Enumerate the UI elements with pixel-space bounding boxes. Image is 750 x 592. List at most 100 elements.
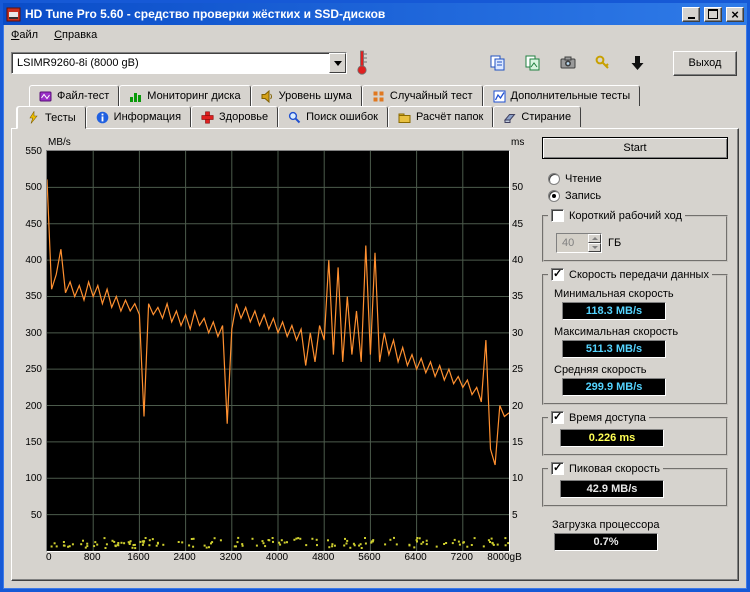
- short-stroke-size-input[interactable]: 40: [556, 233, 602, 253]
- spin-up-button[interactable]: [588, 234, 601, 243]
- temperature-icon[interactable]: [355, 49, 369, 77]
- license-key-button[interactable]: [589, 49, 616, 77]
- random-test-icon: [373, 91, 384, 101]
- extra-tests-icon: [493, 90, 505, 102]
- cpu-usage-label: Загрузка процессора: [552, 519, 660, 531]
- tab-disk-monitor[interactable]: Мониторинг диска: [119, 85, 251, 106]
- cpu-usage-block: Загрузка процессора 0.7%: [552, 519, 728, 551]
- arrow-up-icon: [591, 237, 598, 240]
- burst-rate-value: 42.9 MB/s: [560, 480, 664, 498]
- tab-folder-usage[interactable]: Расчёт папок: [388, 106, 494, 127]
- exit-button[interactable]: Выход: [673, 50, 737, 76]
- tab-label: Расчёт папок: [416, 111, 484, 123]
- cpu-usage-text: 0.7%: [593, 536, 619, 548]
- title-bar[interactable]: HD Tune Pro 5.60 - средство проверки жёс…: [3, 3, 747, 25]
- tab-random-test[interactable]: Случайный тест: [361, 85, 483, 106]
- tab-error-scan[interactable]: Поиск ошибок: [278, 106, 388, 127]
- tab-label: Случайный тест: [389, 90, 473, 102]
- cpu-usage-value: 0.7%: [554, 533, 658, 551]
- menu-file[interactable]: Файл: [11, 29, 38, 41]
- short-stroke-label: Короткий рабочий ход: [569, 209, 682, 222]
- burst-rate-label: Пиковая скорость: [569, 462, 661, 475]
- toolbar: LSIMR9260-8i (8000 gB) Выход: [3, 45, 747, 85]
- health-cross-icon: [201, 111, 214, 123]
- close-button[interactable]: [726, 6, 744, 22]
- short-stroke-group: Короткий рабочий ход 40 ГБ: [542, 209, 728, 262]
- access-time-checkbox[interactable]: [551, 410, 564, 424]
- tab-file-test[interactable]: Файл-тест: [29, 85, 120, 106]
- screenshot-button[interactable]: [554, 49, 581, 77]
- tab-label: Поиск ошибок: [306, 111, 378, 123]
- tab-info[interactable]: Информация: [85, 106, 192, 127]
- copy-text-button[interactable]: [484, 49, 511, 77]
- avg-speed-value: 299.9 MB/s: [562, 378, 666, 396]
- write-radio-label: Запись: [565, 190, 602, 202]
- access-time-group: Время доступа 0.226 ms: [542, 410, 728, 456]
- benchmark-panel: MB/s ms 50 100 150 200 250 300 350 400 450 500 550…: [11, 128, 739, 581]
- spin-down-button[interactable]: [588, 243, 601, 252]
- x-axis-labels: 0 800 1600 2400 3200 4000 4800 5600 6400 7200 8000…: [46, 552, 522, 563]
- min-speed-value: 118.3 MB/s: [562, 302, 666, 320]
- read-radio-label: Чтение: [565, 173, 602, 185]
- menu-bar: Файл Справка: [3, 25, 747, 45]
- copy-image-icon: [525, 55, 539, 71]
- drive-select-dropdown-button[interactable]: [329, 53, 346, 73]
- transfer-speed-label: Скорость передачи данных: [569, 268, 709, 281]
- menu-help[interactable]: Справка: [54, 29, 97, 41]
- tab-noise-level[interactable]: Уровень шума: [250, 85, 362, 106]
- save-results-button[interactable]: [624, 49, 651, 77]
- file-test-icon: [39, 91, 52, 101]
- plot-area: [46, 150, 510, 552]
- minimize-button[interactable]: [682, 6, 700, 22]
- read-radio[interactable]: [548, 173, 560, 185]
- folder-icon: [398, 113, 411, 123]
- controls-panel: Start Чтение Запись Короткий рабочий ход…: [542, 137, 730, 574]
- tab-benchmark[interactable]: Тесты: [17, 106, 86, 129]
- burst-rate-checkbox[interactable]: [551, 461, 564, 475]
- drive-select-value: LSIMR9260-8i (8000 gB): [17, 57, 139, 69]
- tab-erase[interactable]: Стирание: [493, 106, 582, 127]
- download-arrow-icon: [631, 56, 643, 70]
- benchmark-chart: MB/s ms 50 100 150 200 250 300 350 400 450 500 550…: [18, 137, 532, 574]
- tab-extra-tests[interactable]: Дополнительные тесты: [482, 85, 641, 106]
- transfer-speed-checkbox[interactable]: [551, 267, 564, 281]
- left-axis-unit: MB/s: [48, 137, 71, 148]
- max-speed-text: 511.3 MB/s: [585, 343, 643, 355]
- tab-label: Здоровье: [219, 111, 269, 123]
- left-axis-labels: 50 100 150 200 250 300 350 400 450 500 550: [25, 146, 42, 521]
- short-stroke-unit-label: ГБ: [608, 237, 622, 249]
- tab-label: Уровень шума: [278, 90, 352, 102]
- tab-label: Файл-тест: [57, 90, 110, 102]
- access-time-value: 0.226 ms: [560, 429, 664, 447]
- tab-health[interactable]: Здоровье: [191, 106, 279, 127]
- camera-icon: [560, 56, 575, 69]
- eraser-icon: [504, 113, 516, 123]
- app-window: HD Tune Pro 5.60 - средство проверки жёс…: [0, 0, 750, 592]
- copy-text-icon: [490, 55, 504, 71]
- info-icon: [96, 111, 108, 123]
- transfer-rate-plot: [46, 151, 510, 551]
- disk-monitor-icon: [130, 92, 142, 102]
- drive-select[interactable]: LSIMR9260-8i (8000 gB): [11, 52, 347, 74]
- access-time-text: 0.226 ms: [588, 432, 636, 444]
- max-speed-value: 511.3 MB/s: [562, 340, 666, 358]
- tab-label: Мониторинг диска: [147, 90, 241, 102]
- right-axis-unit: ms: [511, 137, 525, 148]
- maximize-button[interactable]: [704, 6, 722, 22]
- speaker-icon: [261, 89, 272, 103]
- avg-speed-text: 299.9 MB/s: [585, 381, 643, 393]
- tab-label: Информация: [113, 111, 182, 123]
- access-time-label: Время доступа: [569, 411, 646, 424]
- start-button[interactable]: Start: [542, 137, 728, 159]
- transfer-speed-group: Скорость передачи данных Минимальная ско…: [542, 267, 728, 405]
- write-radio[interactable]: [548, 190, 560, 202]
- avg-speed-label: Средняя скорость: [554, 364, 647, 376]
- burst-rate-group: Пиковая скорость 42.9 MB/s: [542, 461, 728, 507]
- short-stroke-checkbox[interactable]: [551, 209, 564, 222]
- copy-image-button[interactable]: [519, 49, 546, 77]
- burst-rate-text: 42.9 MB/s: [586, 483, 638, 495]
- tab-strip: Файл-тест Мониторинг диска Уровень шума: [3, 85, 747, 129]
- magnifier-icon: [289, 111, 301, 123]
- arrow-down-icon: [591, 246, 598, 249]
- keys-icon: [595, 55, 609, 69]
